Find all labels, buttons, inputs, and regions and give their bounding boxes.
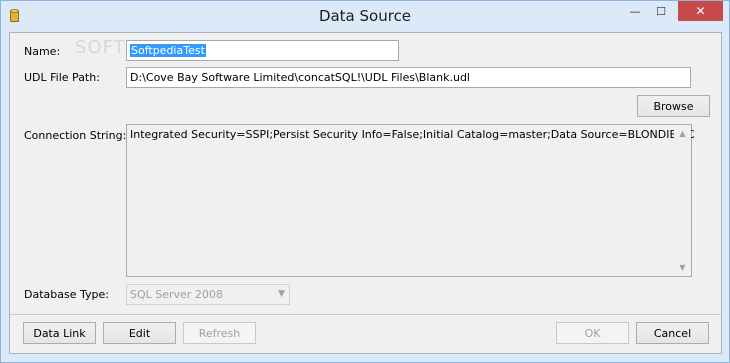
ok-button[interactable]: OK <box>556 322 629 344</box>
database-type-label: Database Type: <box>24 288 109 301</box>
window-title: Data Source <box>318 7 412 25</box>
browse-button[interactable]: Browse <box>637 95 710 117</box>
database-type-select[interactable]: SQL Server 2008 ▼ <box>126 284 290 305</box>
refresh-button[interactable]: Refresh <box>183 322 256 344</box>
scroll-down-icon[interactable]: ▼ <box>678 263 687 272</box>
data-source-window: Data Source — ☐ ✕ Name: SOFTPEDIA Softpe… <box>0 0 730 363</box>
title-bar[interactable]: Data Source — ☐ ✕ <box>1 1 729 31</box>
vertical-scrollbar[interactable]: ▲ ▼ <box>674 125 691 276</box>
database-type-value: SQL Server 2008 <box>130 288 223 301</box>
cancel-button[interactable]: Cancel <box>636 322 709 344</box>
connection-string-value: Integrated Security=SSPI;Persist Securit… <box>130 128 695 141</box>
edit-button[interactable]: Edit <box>103 322 176 344</box>
connection-string-label: Connection String: <box>24 129 127 142</box>
name-field[interactable]: SoftpediaTest <box>126 40 399 61</box>
footer-divider <box>10 314 721 315</box>
connection-string-field[interactable]: Integrated Security=SSPI;Persist Securit… <box>126 124 695 277</box>
udl-file-path-field[interactable]: D:\Cove Bay Software Limited\concatSQL!\… <box>126 67 691 88</box>
maximize-button[interactable]: ☐ <box>648 1 674 21</box>
close-button[interactable]: ✕ <box>678 1 723 21</box>
dialog-body: Name: SOFTPEDIA SoftpediaTest UDL File P… <box>9 32 722 354</box>
chevron-down-icon: ▼ <box>278 289 285 299</box>
name-field-value: SoftpediaTest <box>130 44 206 57</box>
minimize-button[interactable]: — <box>622 1 648 21</box>
scroll-up-icon[interactable]: ▲ <box>678 129 687 138</box>
data-link-button[interactable]: Data Link <box>23 322 96 344</box>
name-label: Name: <box>24 45 61 58</box>
udl-file-path-label: UDL File Path: <box>24 71 100 84</box>
